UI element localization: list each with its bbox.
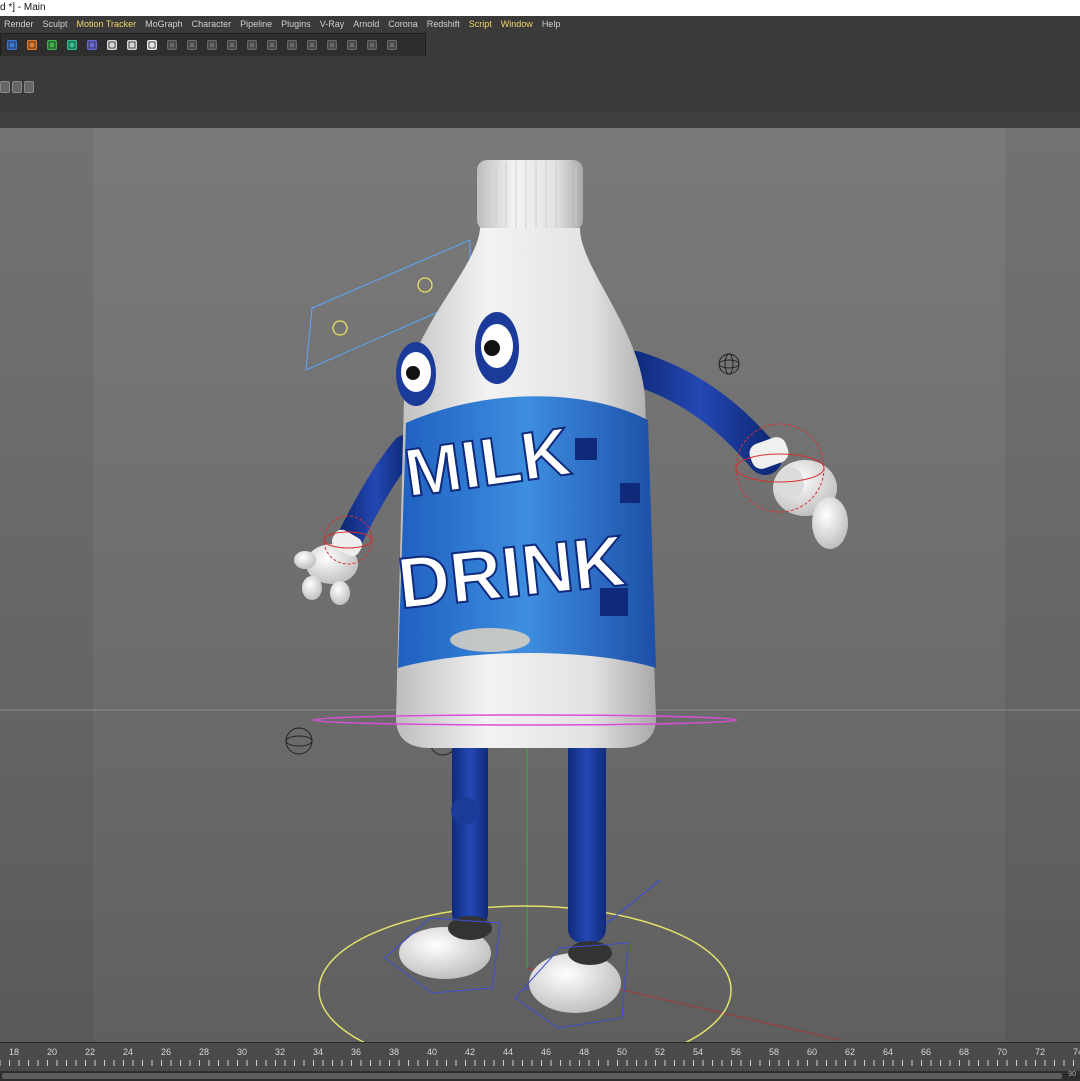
timeline-tick-label: 26 xyxy=(160,1047,172,1057)
timeline-tick-label: 36 xyxy=(350,1047,362,1057)
timeline-tick-label: 74 xyxy=(1072,1047,1080,1057)
timeline-tick-label: 70 xyxy=(996,1047,1008,1057)
timeline-ruler[interactable]: 18 20 22 24 26 28 30 32 34 36 38 40 42 44 46 48 50 52 54 56… xyxy=(0,1042,1080,1081)
menu-script[interactable]: Script xyxy=(465,16,497,32)
ik-icon[interactable] xyxy=(223,36,241,54)
mini-button-group xyxy=(0,81,36,93)
timeline-tick-label: 72 xyxy=(1034,1047,1046,1057)
3d-viewport[interactable]: MILK DRINK xyxy=(0,128,1080,1042)
sym-icon[interactable] xyxy=(283,36,301,54)
subdivision-icon[interactable] xyxy=(43,36,61,54)
mograph-icon[interactable] xyxy=(363,36,381,54)
timeline-tick-label: 56 xyxy=(730,1047,742,1057)
timeline-tick-label: 18 xyxy=(8,1047,20,1057)
pen-icon[interactable] xyxy=(23,36,41,54)
joint-icon[interactable] xyxy=(203,36,221,54)
right-leg xyxy=(568,728,606,943)
menu-arnold[interactable]: Arnold xyxy=(349,16,384,32)
menu-mograph[interactable]: MoGraph xyxy=(141,16,188,32)
timeline-tick-label: 30 xyxy=(236,1047,248,1057)
timeline-tick-label: 60 xyxy=(806,1047,818,1057)
timeline-tick-label: 38 xyxy=(388,1047,400,1057)
timeline-tick-marks xyxy=(0,1060,1074,1066)
menu-render[interactable]: Render xyxy=(0,16,39,32)
attribute-band xyxy=(0,56,1080,113)
menu-character[interactable]: Character xyxy=(188,16,237,32)
mesh-icon[interactable] xyxy=(263,36,281,54)
viewport-canvas: MILK DRINK xyxy=(0,128,1080,1042)
timeline-tick-label: 48 xyxy=(578,1047,590,1057)
timeline-end-label: 90 xyxy=(1068,1071,1076,1078)
menu-sculpt[interactable]: Sculpt xyxy=(39,16,73,32)
timeline-tick-label: 32 xyxy=(274,1047,286,1057)
menu-help[interactable]: Help xyxy=(538,16,566,32)
menu-bar: Render Sculpt Motion Tracker MoGraph Charact… xyxy=(0,16,1080,32)
array-icon[interactable] xyxy=(63,36,81,54)
timeline-tick-label: 42 xyxy=(464,1047,476,1057)
timeline-scroll-thumb[interactable] xyxy=(2,1073,1062,1079)
menu-motion-tracker[interactable]: Motion Tracker xyxy=(73,16,142,32)
safe-frame-left xyxy=(0,128,93,1042)
constraint-icon[interactable] xyxy=(243,36,261,54)
window-title: d *] - Main xyxy=(0,2,46,13)
timeline-tick-label: 46 xyxy=(540,1047,552,1057)
milk-splash xyxy=(450,628,530,652)
label-pattern-2 xyxy=(620,483,640,503)
mini-button-2[interactable] xyxy=(12,81,22,93)
deformer-icon[interactable] xyxy=(83,36,101,54)
lattice-icon[interactable] xyxy=(343,36,361,54)
viewport-header xyxy=(0,112,1080,129)
weight-icon[interactable] xyxy=(323,36,341,54)
timeline-tick-label: 40 xyxy=(426,1047,438,1057)
bone-icon[interactable] xyxy=(183,36,201,54)
menu-corona[interactable]: Corona xyxy=(384,16,423,32)
grid-icon[interactable] xyxy=(163,36,181,54)
timeline-tick-label: 20 xyxy=(46,1047,58,1057)
pose-icon[interactable] xyxy=(303,36,321,54)
left-leg xyxy=(452,728,488,928)
mini-button-1[interactable] xyxy=(0,81,10,93)
timeline-tick-label: 64 xyxy=(882,1047,894,1057)
title-bar: d *] - Main xyxy=(0,0,1080,16)
menu-pipeline[interactable]: Pipeline xyxy=(236,16,277,32)
bottle-cap xyxy=(477,160,583,230)
main-toolbar xyxy=(0,33,426,57)
timeline-tick-label: 62 xyxy=(844,1047,856,1057)
light-icon[interactable] xyxy=(143,36,161,54)
safe-frame-right xyxy=(1005,128,1080,1042)
label-pattern-1 xyxy=(575,438,597,460)
right-eye xyxy=(475,312,519,384)
timeline-tick-label: 54 xyxy=(692,1047,704,1057)
menu-window[interactable]: Window xyxy=(497,16,538,32)
menu-plugins[interactable]: Plugins xyxy=(277,16,316,32)
floor-icon[interactable] xyxy=(103,36,121,54)
timeline-tick-label: 28 xyxy=(198,1047,210,1057)
timeline-tick-label: 44 xyxy=(502,1047,514,1057)
timeline-tick-label: 68 xyxy=(958,1047,970,1057)
timeline-tick-label: 22 xyxy=(84,1047,96,1057)
left-knee xyxy=(451,797,479,825)
timeline-tick-label: 58 xyxy=(768,1047,780,1057)
mini-button-3[interactable] xyxy=(24,81,34,93)
timeline-tick-label: 52 xyxy=(654,1047,666,1057)
timeline-tick-label: 50 xyxy=(616,1047,628,1057)
cube-icon[interactable] xyxy=(3,36,21,54)
timeline-tick-label: 66 xyxy=(920,1047,932,1057)
timeline-tick-label: 24 xyxy=(122,1047,134,1057)
timeline-tick-label: 34 xyxy=(312,1047,324,1057)
cloner-icon[interactable] xyxy=(383,36,401,54)
left-eye xyxy=(396,342,436,406)
menu-v-ray[interactable]: V-Ray xyxy=(316,16,350,32)
camera-icon[interactable] xyxy=(123,36,141,54)
menu-redshift[interactable]: Redshift xyxy=(423,16,465,32)
